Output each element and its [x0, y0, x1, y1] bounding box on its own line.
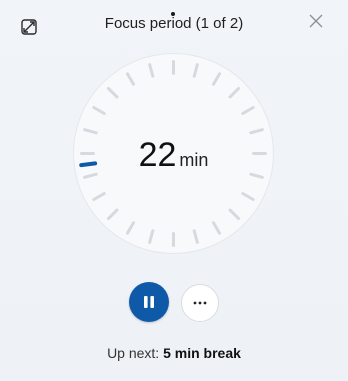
close-icon [309, 14, 323, 28]
session-title: Focus period (1 of 2) [104, 15, 244, 32]
pause-button[interactable] [129, 282, 169, 322]
up-next-text: Up next: 5 min break [0, 345, 348, 361]
timer-dial: 22 min [72, 52, 275, 255]
timer-readout: 22 min [72, 136, 275, 175]
pause-icon [144, 296, 154, 308]
up-next-label: Up next: [107, 345, 160, 361]
minutes-unit: min [179, 150, 209, 170]
more-options-button[interactable] [181, 284, 219, 322]
close-button[interactable] [307, 12, 325, 30]
ellipsis-icon [193, 301, 207, 305]
up-next-value: 5 min break [163, 345, 241, 361]
playback-controls [129, 282, 219, 322]
minutes-value: 22 [138, 136, 177, 174]
focus-session-window: Focus period (1 of 2) 22 min Up next: 5 … [0, 0, 348, 381]
